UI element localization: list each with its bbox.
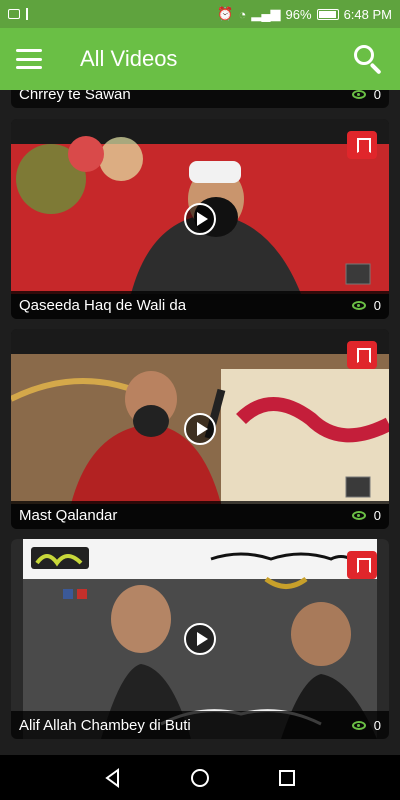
- status-bar: ⏰ ◔ ▂▄▆ 96% 6:48 PM: [0, 0, 400, 28]
- video-card[interactable]: Alif Allah Chambey di Buti 0: [11, 539, 389, 739]
- video-caption: Mast Qalandar 0: [11, 501, 389, 529]
- video-caption: Alif Allah Chambey di Buti 0: [11, 711, 389, 739]
- video-title: Qaseeda Haq de Wali da: [19, 296, 187, 314]
- alarm-icon: ⏰: [217, 6, 234, 21]
- video-caption: Qaseeda Haq de Wali da 0: [11, 291, 389, 319]
- back-icon[interactable]: [103, 767, 123, 788]
- bookmark-icon[interactable]: [347, 341, 377, 369]
- view-count: 0: [351, 508, 381, 523]
- home-icon[interactable]: [190, 768, 210, 788]
- signal-icon: ▂▄▆: [251, 6, 281, 21]
- video-caption: Chrrey te Sawan 0: [11, 90, 389, 108]
- battery-icon: [316, 8, 339, 20]
- play-icon[interactable]: [184, 623, 216, 655]
- search-icon[interactable]: [352, 43, 384, 75]
- app-bar: All Videos: [0, 28, 400, 90]
- wifi-icon: ◔: [238, 6, 247, 22]
- play-icon[interactable]: [184, 203, 216, 235]
- page-title: All Videos: [80, 46, 178, 71]
- bookmark-icon[interactable]: [347, 551, 377, 579]
- eye-icon: [351, 720, 366, 730]
- battery-percent: 96%: [285, 6, 312, 22]
- hamburger-icon[interactable]: [16, 49, 42, 69]
- video-title: Chrrey te Sawan: [19, 90, 131, 103]
- clock-time: 6:48 PM: [343, 6, 392, 22]
- view-count: 0: [351, 90, 381, 102]
- video-title: Mast Qalandar: [19, 506, 118, 524]
- bookmark-icon[interactable]: [347, 131, 377, 159]
- view-count: 0: [351, 718, 381, 733]
- eye-icon: [351, 90, 366, 99]
- video-title: Alif Allah Chambey di Buti: [19, 716, 191, 734]
- video-list[interactable]: Chrrey te Sawan 0 Qaseeda Haq de Wali da…: [0, 90, 400, 755]
- video-card[interactable]: Mast Qalandar 0: [11, 329, 389, 529]
- video-card[interactable]: Chrrey te Sawan 0: [11, 90, 389, 108]
- play-icon[interactable]: [184, 413, 216, 445]
- view-count: 0: [351, 298, 381, 313]
- recent-apps-icon[interactable]: [277, 768, 297, 788]
- eye-icon: [351, 510, 366, 520]
- video-card[interactable]: Qaseeda Haq de Wali da 0: [11, 119, 389, 319]
- usb-icon: [26, 8, 32, 20]
- screen-cast-icon: [8, 9, 20, 19]
- system-nav-bar: [0, 755, 400, 800]
- eye-icon: [351, 300, 366, 310]
